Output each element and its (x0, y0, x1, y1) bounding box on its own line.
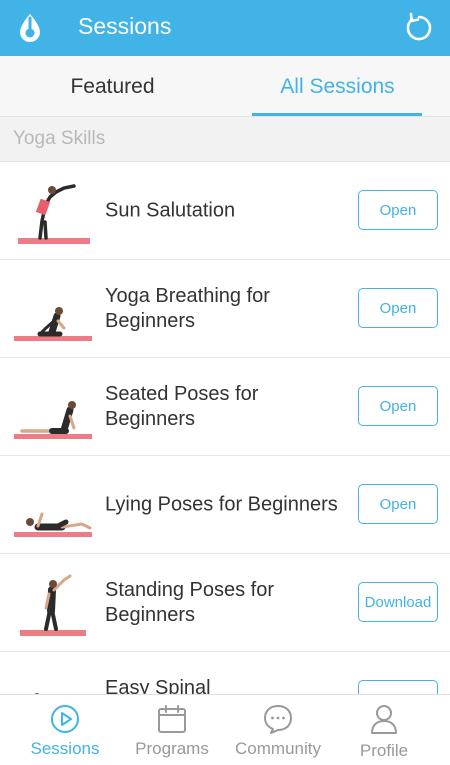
refresh-icon[interactable] (403, 12, 435, 44)
download-button[interactable]: Download (358, 582, 438, 622)
open-button[interactable] (358, 680, 438, 694)
nav-profile[interactable]: Profile (328, 695, 440, 765)
nav-label: Profile (359, 741, 409, 760)
app-bar: Sessions (0, 0, 450, 56)
open-button[interactable]: Open (358, 190, 438, 230)
active-tab-indicator (252, 113, 422, 116)
nav-sessions[interactable]: Sessions (9, 695, 121, 765)
calendar-icon (158, 705, 186, 733)
nav-community[interactable]: Community (222, 695, 334, 765)
session-row-seated-poses[interactable]: Seated Poses for Beginners Open (0, 358, 450, 456)
person-icon (371, 705, 397, 734)
session-title: Easy Spinal (105, 677, 211, 694)
session-title: Sun Salutation (105, 199, 236, 221)
session-row-easy-spinal[interactable]: Easy Spinal (0, 652, 450, 694)
session-title: Lying Poses for Beginners (105, 493, 338, 515)
easy-spinal-thumbnail (34, 693, 40, 694)
section-title: Yoga Skills (13, 128, 106, 149)
play-circle-icon (51, 705, 79, 733)
page-title: Sessions (78, 13, 172, 39)
session-title: Standing Poses for Beginners (105, 578, 274, 626)
sun-salutation-thumbnail (18, 184, 90, 244)
nav-label: Community (235, 739, 321, 758)
session-row-sun-salutation[interactable]: Sun Salutation Open (0, 162, 450, 260)
tab-all-sessions[interactable]: All Sessions (225, 56, 450, 117)
nav-programs[interactable]: Programs (116, 695, 228, 765)
open-button[interactable]: Open (358, 288, 438, 328)
standing-poses-thumbnail (20, 574, 86, 636)
session-title: Seated Poses for Beginners (105, 382, 259, 430)
open-button[interactable]: Open (358, 484, 438, 524)
seated-poses-thumbnail (14, 401, 92, 439)
session-row-lying-poses[interactable]: Lying Poses for Beginners Open (0, 456, 450, 554)
lying-poses-thumbnail (14, 512, 92, 537)
session-row-yoga-breathing[interactable]: Yoga Breathing for Beginners Open (0, 260, 450, 358)
section-header: Yoga Skills (0, 117, 450, 162)
nav-label: Programs (135, 739, 209, 758)
nav-label: Sessions (30, 739, 100, 758)
tab-featured[interactable]: Featured (0, 56, 225, 117)
open-button[interactable]: Open (358, 386, 438, 426)
bottom-navigation: Sessions Programs Community Profile (0, 694, 450, 765)
session-list[interactable]: Sun Salutation Open Yoga Breathing for B… (0, 162, 450, 694)
yoga-breathing-thumbnail (14, 307, 92, 341)
tab-bar: Featured All Sessions (0, 56, 450, 117)
chat-bubble-icon (264, 705, 292, 734)
droplet-logo-icon (20, 14, 40, 42)
session-title: Yoga Breathing for Beginners (105, 284, 270, 332)
session-row-standing-poses[interactable]: Standing Poses for Beginners Download (0, 554, 450, 652)
